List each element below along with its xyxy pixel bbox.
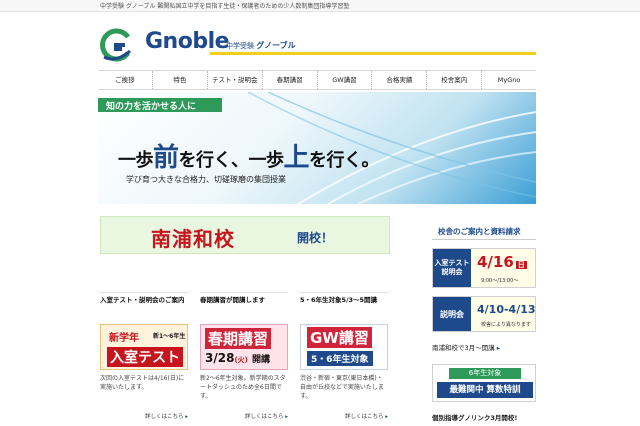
news-column-entrance-test: 入室テスト・説明会のご案内 新学年 新1〜6年生 入室テスト 次回の入室テストは… bbox=[100, 292, 188, 422]
hero-tagline-band: 知の力を活かせる人に bbox=[98, 98, 222, 112]
news-body: 渋谷・新宿・東京(東日本橋)・自由が丘校などで実施いたします。 bbox=[300, 375, 384, 400]
sidebar-math-special-box[interactable]: 6年生対象 最難関中 算数特訓 bbox=[432, 364, 536, 402]
top-bar: 中学受験 グノーブル 難関私国立中学を目指す生徒・保護者のための少人数制集団指導… bbox=[0, 0, 640, 12]
hero-subtitle: 学び育つ大きな合格力、切磋琢磨の集団授業 bbox=[126, 175, 286, 184]
banner-open-label: 開校！ bbox=[297, 231, 334, 245]
new-school-banner[interactable]: 南浦和校 開校！ bbox=[100, 216, 390, 254]
box-note: 校舎により異なります bbox=[481, 322, 531, 328]
nav-item-mygno[interactable]: MyGno bbox=[482, 71, 536, 89]
logo-wordmark[interactable]: Gnoble bbox=[145, 30, 230, 54]
box-label: 説明会 bbox=[433, 297, 471, 331]
img-text-line2: 3/28(火) 開講 bbox=[205, 351, 270, 365]
sidebar-minamiurawa-link[interactable]: 南浦和校で3月〜開講 bbox=[432, 342, 536, 352]
nav-item-gw[interactable]: GW講習 bbox=[318, 71, 373, 89]
img-day: (火) bbox=[234, 356, 248, 364]
global-nav: ご挨拶 特色 テスト・説明会 春期講習 GW講習 合格実績 校舎案内 MyGno bbox=[98, 70, 536, 90]
site-description: 中学受験 グノーブル 難関私国立中学を目指す生徒・保護者のための少人数制集団指導… bbox=[100, 3, 350, 10]
box-date: 4/16 日 bbox=[477, 253, 527, 271]
news-title: 春期講習が開講します bbox=[200, 292, 288, 320]
box-label: 入室テスト説明会 bbox=[433, 249, 471, 287]
news-column-spring-course: 春期講習が開講します 春期講習 3/28(火) 開講 新2〜6年生対象。新学期の… bbox=[200, 292, 288, 422]
catch-part-2: 前 bbox=[153, 143, 179, 173]
img-text-line1: 新学年 bbox=[109, 333, 139, 344]
news-title: 入室テスト・説明会のご案内 bbox=[100, 292, 188, 320]
catch-part-4: 上 bbox=[283, 143, 310, 173]
box-date: 4/10-4/13 bbox=[477, 303, 536, 316]
hero-tagline: 知の力を活かせる人に bbox=[106, 102, 197, 112]
img-text-line2: 5・6年生対象 bbox=[307, 351, 373, 366]
nav-item-features[interactable]: 特色 bbox=[153, 71, 208, 89]
nav-item-greeting[interactable]: ご挨拶 bbox=[98, 71, 153, 89]
nav-item-spring[interactable]: 春期講習 bbox=[263, 71, 318, 89]
logo-sub-big: グノーブル bbox=[256, 41, 296, 50]
read-more-link[interactable]: 詳しくはこちら bbox=[100, 412, 188, 420]
news-column-gw-course: 5・6年生対象5/3〜5開講 GW講習 5・6年生対象 渋谷・新宿・東京(東日本… bbox=[300, 292, 388, 422]
logo-subtitle: 中学受験 グノーブル bbox=[226, 40, 296, 51]
catch-part-3: を行く、一歩 bbox=[178, 150, 285, 171]
img-text-line1: 春期講習 bbox=[205, 328, 272, 349]
sidebar-briefing-box[interactable]: 説明会 4/10-4/13 校舎により異なります bbox=[432, 296, 536, 332]
nav-item-schools[interactable]: 校舎案内 bbox=[427, 71, 483, 89]
read-more-link[interactable]: 詳しくはこちら bbox=[300, 412, 388, 420]
img-text-line1: GW講習 bbox=[307, 327, 372, 348]
hero-catchphrase: 一歩前を行く、一歩上を行く。 bbox=[118, 137, 380, 174]
gnoble-logo-icon[interactable] bbox=[98, 27, 134, 63]
news-image-entrance-test[interactable]: 新学年 新1〜6年生 入室テスト bbox=[100, 324, 188, 370]
nav-item-tests[interactable]: テスト・説明会 bbox=[208, 71, 263, 89]
catch-part-5: を行く。 bbox=[309, 150, 380, 171]
read-more-link[interactable]: 詳しくはこちら bbox=[200, 412, 288, 420]
img-text-line2: 入室テスト bbox=[107, 347, 183, 367]
logo-sub-small: 中学受験 bbox=[226, 42, 254, 50]
nav-item-results[interactable]: 合格実績 bbox=[372, 71, 428, 89]
img-text-small: 新1〜6年生 bbox=[153, 333, 186, 340]
news-image-spring-course[interactable]: 春期講習 3/28(火) 開講 bbox=[200, 324, 288, 370]
sidebar-heading-text: 校舎のご案内と資料請求 bbox=[438, 227, 521, 236]
news-image-gw-course[interactable]: GW講習 5・6年生対象 bbox=[300, 324, 388, 370]
box-ribbon: 6年生対象 bbox=[449, 368, 521, 379]
sidebar-heading[interactable]: 校舎のご案内と資料請求 bbox=[432, 224, 536, 240]
img-open-text: 開講 bbox=[252, 355, 271, 365]
news-title: 5・6年生対象5/3〜5開講 bbox=[300, 292, 388, 320]
box-time: 9:00〜/13:00〜 bbox=[481, 278, 519, 284]
sidebar-test-briefing-box[interactable]: 入室テスト説明会 4/16 日 9:00〜/13:00〜 bbox=[432, 248, 536, 288]
banner-school-name: 南浦和校 bbox=[151, 227, 235, 251]
box-date-value: 4/16 bbox=[477, 253, 514, 271]
img-date: 3/28 bbox=[205, 351, 235, 365]
catch-part-1: 一歩 bbox=[118, 150, 154, 171]
news-body: 新2〜6年生対象。新学期のスタートダッシュのため全6日間です。 bbox=[200, 375, 286, 400]
logo-underline bbox=[210, 52, 536, 55]
box-main-text: 最難関中 算数特訓 bbox=[437, 382, 533, 398]
sidebar-footer-link[interactable]: 個別指導グノリンク3月開校! bbox=[432, 412, 536, 422]
hero-banner: 知の力を活かせる人に 一歩前を行く、一歩上を行く。 学び育つ大きな合格力、切磋琢… bbox=[98, 92, 536, 204]
news-body: 次回の入室テストは4/16(日)に実施いたします。 bbox=[100, 375, 185, 391]
box-day: 日 bbox=[515, 261, 527, 269]
